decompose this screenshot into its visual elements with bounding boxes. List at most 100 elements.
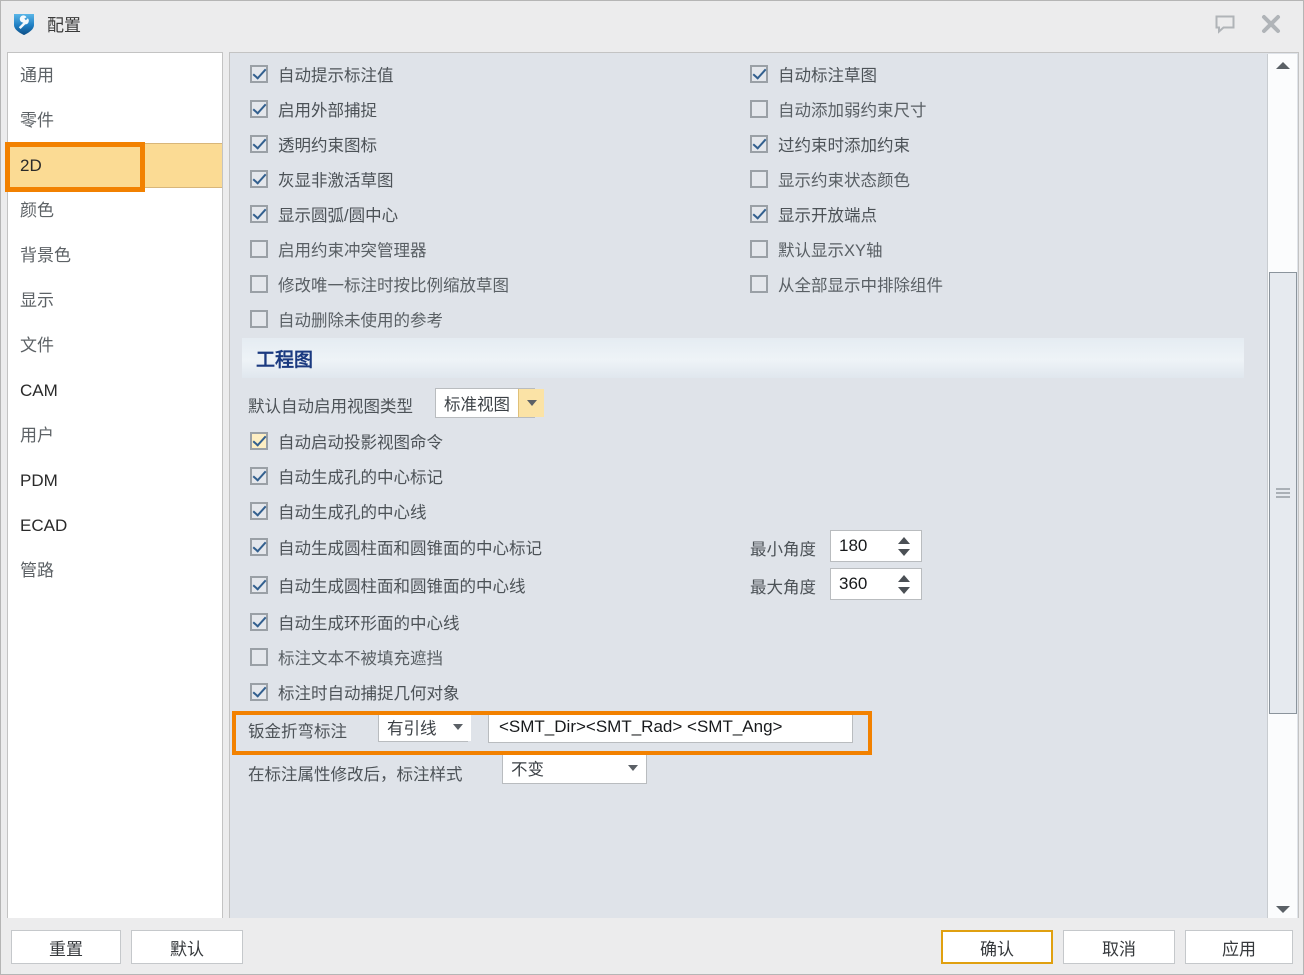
checkbox-row-show-xy-axis-default[interactable]: 默认显示XY轴 [750, 236, 883, 262]
stepper-buttons[interactable] [893, 536, 915, 556]
scroll-down-button[interactable] [1268, 898, 1298, 919]
scrollbar-thumb[interactable] [1269, 272, 1297, 714]
close-x-icon[interactable] [1259, 12, 1283, 36]
sidebar-item-cam[interactable]: CAM [8, 368, 222, 413]
grip-lines-icon [1276, 488, 1290, 498]
min-angle-label: 最小角度 [750, 541, 816, 559]
checkbox-icon[interactable] [250, 576, 268, 594]
sidebar-item-4[interactable]: 背景色 [8, 233, 222, 278]
min-angle-stepper[interactable]: 180 [830, 530, 922, 562]
speech-bubble-icon[interactable] [1213, 12, 1237, 36]
checkbox-row-auto-hole-center-mark[interactable]: 自动生成孔的中心标记 [250, 463, 443, 489]
checkbox-row-auto-start-projection-view[interactable]: 自动启动投影视图命令 [250, 428, 443, 454]
checkbox-row-auto-delete-unused-refs[interactable]: 自动删除未使用的参考 [250, 306, 443, 332]
checkbox-icon[interactable] [750, 275, 768, 293]
checkbox-icon[interactable] [250, 170, 268, 188]
chevron-down-icon[interactable] [444, 713, 471, 741]
checkbox-row-auto-dimension-sketch[interactable]: 自动标注草图 [750, 61, 877, 87]
checkbox-row-auto-cyl-cone-centerline[interactable]: 自动生成圆柱面和圆锥面的中心线 [250, 572, 526, 598]
cancel-button[interactable]: 取消 [1063, 930, 1175, 964]
checkbox-row-auto-prompt-dim[interactable]: 自动提示标注值 [250, 61, 394, 87]
caret-up-icon[interactable] [898, 536, 910, 544]
checkbox-icon[interactable] [250, 100, 268, 118]
checkbox-row-auto-cyl-cone-center-mark[interactable]: 自动生成圆柱面和圆锥面的中心标记 [250, 534, 542, 560]
checkbox-icon[interactable] [250, 538, 268, 556]
bend-note-format-input[interactable]: <SMT_Dir><SMT_Rad> <SMT_Ang> [488, 711, 853, 743]
sidebar-item-5[interactable]: 显示 [8, 278, 222, 323]
checkbox-icon[interactable] [750, 65, 768, 83]
checkbox-label: 自动标注草图 [778, 67, 877, 85]
checkbox-icon[interactable] [250, 205, 268, 223]
caret-up-icon[interactable] [898, 574, 910, 582]
shield-tool-icon [14, 13, 34, 35]
checkbox-row-show-constraint-status-color[interactable]: 显示约束状态颜色 [750, 166, 910, 192]
sidebar-item-label: PDM [20, 471, 58, 490]
checkbox-icon[interactable] [750, 240, 768, 258]
sidebar-item-11[interactable]: 管路 [8, 548, 222, 593]
checkbox-icon[interactable] [750, 205, 768, 223]
sidebar-item-3[interactable]: 颜色 [8, 188, 222, 233]
vertical-scrollbar[interactable] [1267, 54, 1298, 919]
apply-button[interactable]: 应用 [1185, 930, 1293, 964]
checkbox-icon[interactable] [250, 613, 268, 631]
caret-down-icon[interactable] [898, 548, 910, 556]
checkbox-row-dim-text-not-masked[interactable]: 标注文本不被填充遮挡 [250, 644, 443, 670]
checkbox-row-scale-sketch-on-unique-dim[interactable]: 修改唯一标注时按比例缩放草图 [250, 271, 509, 297]
checkbox-icon[interactable] [250, 240, 268, 258]
sidebar-item-1[interactable]: 零件 [8, 98, 222, 143]
checkbox-row-auto-torus-centerline[interactable]: 自动生成环形面的中心线 [250, 609, 460, 635]
category-sidebar[interactable]: 通用 零件 2D 颜色 背景色 显示 文件 CAM 用户 PDM ECAD 管路 [7, 52, 223, 920]
sidebar-item-pdm[interactable]: PDM [8, 458, 222, 503]
max-angle-stepper[interactable]: 360 [830, 568, 922, 600]
reset-button[interactable]: 重置 [11, 930, 121, 964]
chevron-down-icon[interactable] [518, 389, 544, 417]
checkbox-icon[interactable] [250, 310, 268, 328]
checkbox-row-enable-external-snap[interactable]: 启用外部捕捉 [250, 96, 377, 122]
checkbox-icon[interactable] [250, 502, 268, 520]
checkbox-row-constraint-conflict-manager[interactable]: 启用约束冲突管理器 [250, 236, 427, 262]
sidebar-item-ecad[interactable]: ECAD [8, 503, 222, 548]
checkbox-icon[interactable] [250, 135, 268, 153]
checkbox-icon[interactable] [250, 683, 268, 701]
scroll-up-button[interactable] [1268, 54, 1298, 76]
checkbox-row-show-arc-center[interactable]: 显示圆弧/圆中心 [250, 201, 398, 227]
stepper-buttons[interactable] [893, 574, 915, 594]
checkbox-row-transparent-constraint-icon[interactable]: 透明约束图标 [250, 131, 377, 157]
bend-note-mode-combo[interactable]: 有引线 [378, 712, 471, 742]
checkbox-icon[interactable] [250, 65, 268, 83]
section-title: 工程图 [256, 349, 314, 371]
checkbox-row-auto-hole-centerline[interactable]: 自动生成孔的中心线 [250, 498, 427, 524]
chevron-down-icon[interactable] [620, 753, 646, 783]
ok-button[interactable]: 确认 [941, 930, 1053, 964]
checkbox-row-exclude-components-from-show-all[interactable]: 从全部显示中排除组件 [750, 271, 943, 297]
checkbox-icon[interactable] [250, 467, 268, 485]
sidebar-item-label: 文件 [20, 336, 54, 355]
checkbox-icon[interactable] [750, 135, 768, 153]
caret-up-icon [1276, 61, 1290, 69]
dim-style-value: 不变 [511, 761, 544, 779]
checkbox-icon[interactable] [750, 170, 768, 188]
checkbox-label: 标注时自动捕捉几何对象 [278, 685, 460, 703]
checkbox-row-auto-add-weak-dims[interactable]: 自动添加弱约束尺寸 [750, 96, 927, 122]
caret-down-icon[interactable] [898, 586, 910, 594]
checkbox-label: 自动删除未使用的参考 [278, 312, 443, 330]
sidebar-item-label: 管路 [20, 561, 54, 580]
checkbox-row-gray-inactive-sketch[interactable]: 灰显非激活草图 [250, 166, 394, 192]
checkbox-row-show-open-endpoints[interactable]: 显示开放端点 [750, 201, 877, 227]
sidebar-item-6[interactable]: 文件 [8, 323, 222, 368]
checkbox-icon[interactable] [750, 100, 768, 118]
checkbox-icon[interactable] [250, 648, 268, 666]
dim-style-combo[interactable]: 不变 [502, 752, 647, 784]
preferences-dialog: 配置 通用 零件 2D 颜色 背景色 显示 文件 CAM 用户 PDM ECAD… [0, 0, 1304, 975]
sidebar-item-8[interactable]: 用户 [8, 413, 222, 458]
view-type-combo[interactable]: 标准视图 [435, 388, 544, 418]
checkbox-icon[interactable] [250, 432, 268, 450]
sidebar-item-0[interactable]: 通用 [8, 53, 222, 98]
sidebar-item-label: 通用 [20, 66, 54, 85]
checkbox-row-auto-snap-geometry-on-dim[interactable]: 标注时自动捕捉几何对象 [250, 679, 460, 705]
checkbox-icon[interactable] [250, 275, 268, 293]
default-button[interactable]: 默认 [131, 930, 243, 964]
checkbox-row-add-constraint-when-over[interactable]: 过约束时添加约束 [750, 131, 910, 157]
sidebar-item-label: 2D [20, 156, 42, 175]
sidebar-item-2d[interactable]: 2D [8, 143, 222, 188]
